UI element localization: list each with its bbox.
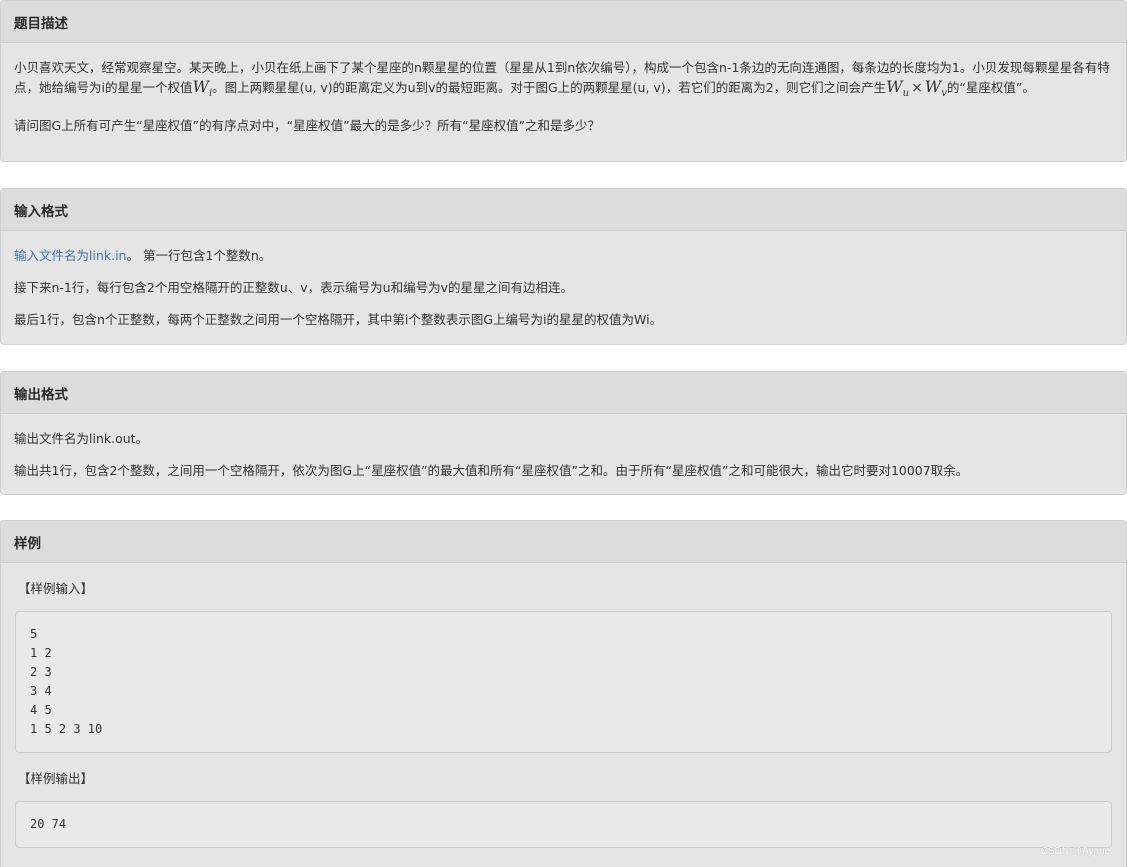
sample-output-label: 【样例输出】	[18, 771, 94, 786]
input-format-paragraph-3: 最后1行，包含n个正整数，每两个正整数之间用一个空格隔开，其中第i个整数表示图G…	[14, 312, 663, 327]
description-paragraph-1: 小贝喜欢天文，经常观察星空。某天晚上，小贝在纸上画下了某个星座的n颗星星的位置（…	[14, 60, 1110, 100]
sample-input-label: 【样例输入】	[18, 581, 94, 596]
input-format-heading: 输入格式	[1, 189, 1126, 231]
input-format-paragraph-2: 接下来n-1行，每行包含2个用空格隔开的正整数u、v，表示编号为u和编号为v的星…	[14, 280, 573, 295]
input-file-link[interactable]: 输入文件名为link.in	[14, 248, 126, 263]
math-w-i: Wi	[192, 77, 213, 100]
description-paragraph-2: 请问图G上所有可产生“星座权值”的有序点对中，“星座权值”最大的是多少？所有“星…	[14, 118, 601, 134]
math-w-u: Wu	[886, 77, 910, 100]
description-heading: 题目描述	[1, 1, 1126, 43]
sample-body: 【样例输入】 5 1 2 2 3 3 4 4 5 1 5 2 3 10 【样例输…	[1, 563, 1126, 848]
math-w-v: Wv	[924, 77, 947, 100]
description-panel: 题目描述 小贝喜欢天文，经常观察星空。某天晚上，小贝在纸上画下了某个星座的n颗星…	[0, 0, 1127, 162]
sample-output-code[interactable]: 20 74	[15, 801, 1112, 848]
output-format-panel: 输出格式 输出文件名为link.out。 输出共1行，包含2个整数，之间用一个空…	[0, 371, 1127, 495]
input-format-paragraph-1: 输入文件名为link.in。 第一行包含1个整数n。	[14, 248, 272, 263]
math-times: ×	[911, 80, 923, 96]
sample-input-code[interactable]: 5 1 2 2 3 3 4 4 5 1 5 2 3 10	[15, 611, 1112, 753]
input-format-panel: 输入格式 输入文件名为link.in。 第一行包含1个整数n。 接下来n-1行，…	[0, 188, 1127, 345]
output-format-heading: 输出格式	[1, 372, 1126, 414]
input-format-body: 输入文件名为link.in。 第一行包含1个整数n。 接下来n-1行，每行包含2…	[1, 231, 1126, 329]
output-format-body: 输出文件名为link.out。 输出共1行，包含2个整数，之间用一个空格隔开，依…	[1, 414, 1126, 480]
description-body: 小贝喜欢天文，经常观察星空。某天晚上，小贝在纸上画下了某个星座的n颗星星的位置（…	[1, 43, 1126, 135]
sample-heading: 样例	[1, 521, 1126, 563]
output-format-paragraph-2: 输出共1行，包含2个整数，之间用一个空格隔开，依次为图G上“星座权值”的最大值和…	[14, 463, 969, 478]
output-format-paragraph-1: 输出文件名为link.out。	[14, 431, 149, 446]
sample-panel: 样例 【样例输入】 5 1 2 2 3 3 4 4 5 1 5 2 3 10 【…	[0, 520, 1127, 867]
watermark: CSDN @Ayane.	[1040, 846, 1113, 857]
